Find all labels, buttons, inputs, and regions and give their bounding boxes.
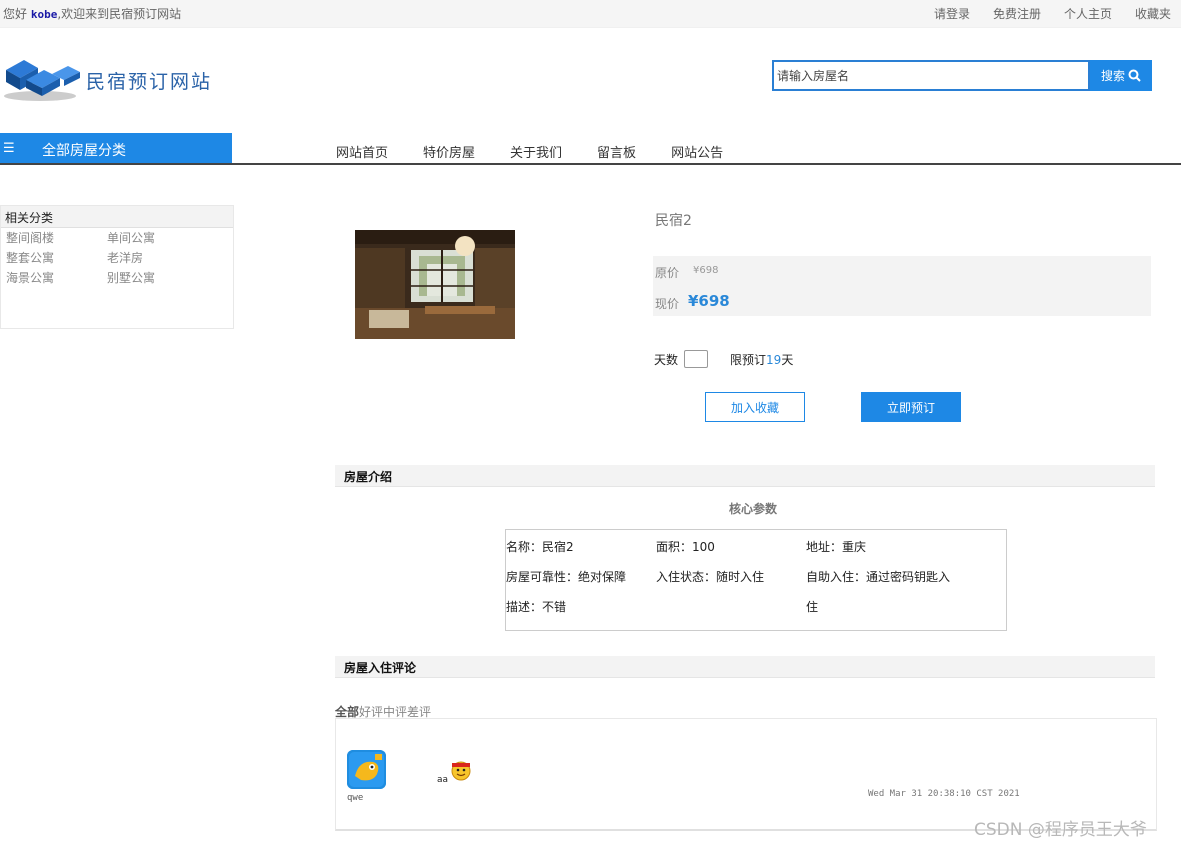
category-item[interactable]: 海景公寓 <box>6 269 107 286</box>
logo-text: 民宿预订网站 <box>86 71 213 93</box>
top-links: 请登录 免费注册 个人主页 收藏夹 <box>934 5 1171 22</box>
emoji-icon <box>451 761 471 781</box>
house-photo <box>355 230 515 339</box>
param-area: 面积：100 <box>656 540 715 554</box>
tab-all[interactable]: 全部 <box>335 705 359 719</box>
current-price: ¥698 <box>688 292 730 310</box>
book-now-button[interactable]: 立即预订 <box>861 392 961 422</box>
register-link[interactable]: 免费注册 <box>993 5 1041 22</box>
category-item[interactable]: 整间阁楼 <box>6 229 107 246</box>
search-input[interactable] <box>772 60 1090 91</box>
top-bar: 您好 kobe,欢迎来到民宿预订网站 请登录 免费注册 个人主页 收藏夹 <box>0 0 1181 28</box>
original-price-label: 原价 <box>655 266 680 280</box>
param-name: 名称：民宿2 <box>506 540 574 554</box>
reviewer-name: qwe <box>347 793 364 803</box>
param-address: 地址：重庆 <box>806 540 867 554</box>
days-row: 天数 限预订19天 <box>654 350 793 368</box>
username: kobe <box>30 8 58 21</box>
category-item[interactable]: 单间公寓 <box>107 229 207 246</box>
profile-link[interactable]: 个人主页 <box>1064 5 1112 22</box>
tab-neutral[interactable]: 中评 <box>383 705 407 719</box>
site-logo[interactable]: 民宿预订网站 <box>2 56 236 106</box>
nav-home[interactable]: 网站首页 <box>336 142 388 161</box>
param-self-checkin-cont: 住 <box>806 600 819 614</box>
core-params-title: 核心参数 <box>729 502 778 516</box>
category-item[interactable]: 别墅公寓 <box>107 269 207 286</box>
price-box: 原价 ¥698 现价 ¥698 <box>653 256 1151 316</box>
watermark: CSDN @程序员王大爷 <box>974 820 1147 840</box>
category-list: 整间阁楼 单间公寓 整套公寓 老洋房 海景公寓 别墅公寓 <box>1 228 233 286</box>
current-price-label: 现价 <box>655 297 680 311</box>
greeting: 您好 kobe,欢迎来到民宿预订网站 <box>3 5 181 22</box>
days-input[interactable] <box>684 350 709 368</box>
all-categories-label: 全部房屋分类 <box>42 143 126 159</box>
limit-prefix: 限预订 <box>730 352 767 367</box>
favorites-link[interactable]: 收藏夹 <box>1135 5 1171 22</box>
nav-guestbook[interactable]: 留言板 <box>597 142 636 161</box>
booking-limit: 限预订19天 <box>730 351 793 368</box>
list-icon: ☰ <box>3 141 15 156</box>
all-categories-button[interactable]: ☰ 全部房屋分类 <box>0 133 232 163</box>
avatar <box>347 750 386 789</box>
nav-about[interactable]: 关于我们 <box>510 142 562 161</box>
param-self-checkin: 自助入住：通过密码钥匙入 <box>806 570 951 584</box>
search-bar: 搜索 <box>772 60 1152 91</box>
search-button[interactable]: 搜索 <box>1090 60 1152 91</box>
param-status: 入住状态：随时入住 <box>656 570 765 584</box>
add-favorite-button[interactable]: 加入收藏 <box>705 392 805 422</box>
main-nav: 网站首页 特价房屋 关于我们 留言板 网站公告 <box>336 142 723 161</box>
search-button-label: 搜索 <box>1100 69 1125 83</box>
search-icon <box>1128 69 1141 82</box>
login-link[interactable]: 请登录 <box>934 5 970 22</box>
limit-suffix: 天 <box>781 352 794 367</box>
logo-icon <box>4 60 80 101</box>
nav-divider <box>0 163 1181 165</box>
review-text: aa <box>437 775 449 785</box>
tab-good[interactable]: 好评 <box>359 705 383 719</box>
intro-section-title: 房屋介绍 <box>335 465 1155 487</box>
limit-days: 19 <box>766 352 782 367</box>
greeting-prefix: 您好 <box>3 7 28 21</box>
related-categories: 相关分类 整间阁楼 单间公寓 整套公寓 老洋房 海景公寓 别墅公寓 <box>0 205 234 329</box>
param-description: 描述：不错 <box>506 600 567 614</box>
days-label: 天数 <box>654 352 679 367</box>
review-date: Wed Mar 31 20:38:10 CST 2021 <box>868 789 1020 799</box>
greeting-suffix: ,欢迎来到民宿预订网站 <box>57 7 182 21</box>
related-categories-title: 相关分类 <box>1 206 233 228</box>
reviews-section-title: 房屋入住评论 <box>335 656 1155 678</box>
nav-announcements[interactable]: 网站公告 <box>671 142 723 161</box>
original-price: ¥698 <box>693 265 719 276</box>
tab-bad[interactable]: 差评 <box>407 705 431 719</box>
category-item[interactable]: 老洋房 <box>107 249 207 266</box>
category-item[interactable]: 整套公寓 <box>6 249 107 266</box>
nav-specials[interactable]: 特价房屋 <box>423 142 475 161</box>
house-name: 民宿2 <box>655 213 692 229</box>
params-table: 名称：民宿2 面积：100 地址：重庆 房屋可靠性：绝对保障 入住状态：随时入住… <box>505 529 1007 631</box>
param-reliability: 房屋可靠性：绝对保障 <box>506 570 627 584</box>
